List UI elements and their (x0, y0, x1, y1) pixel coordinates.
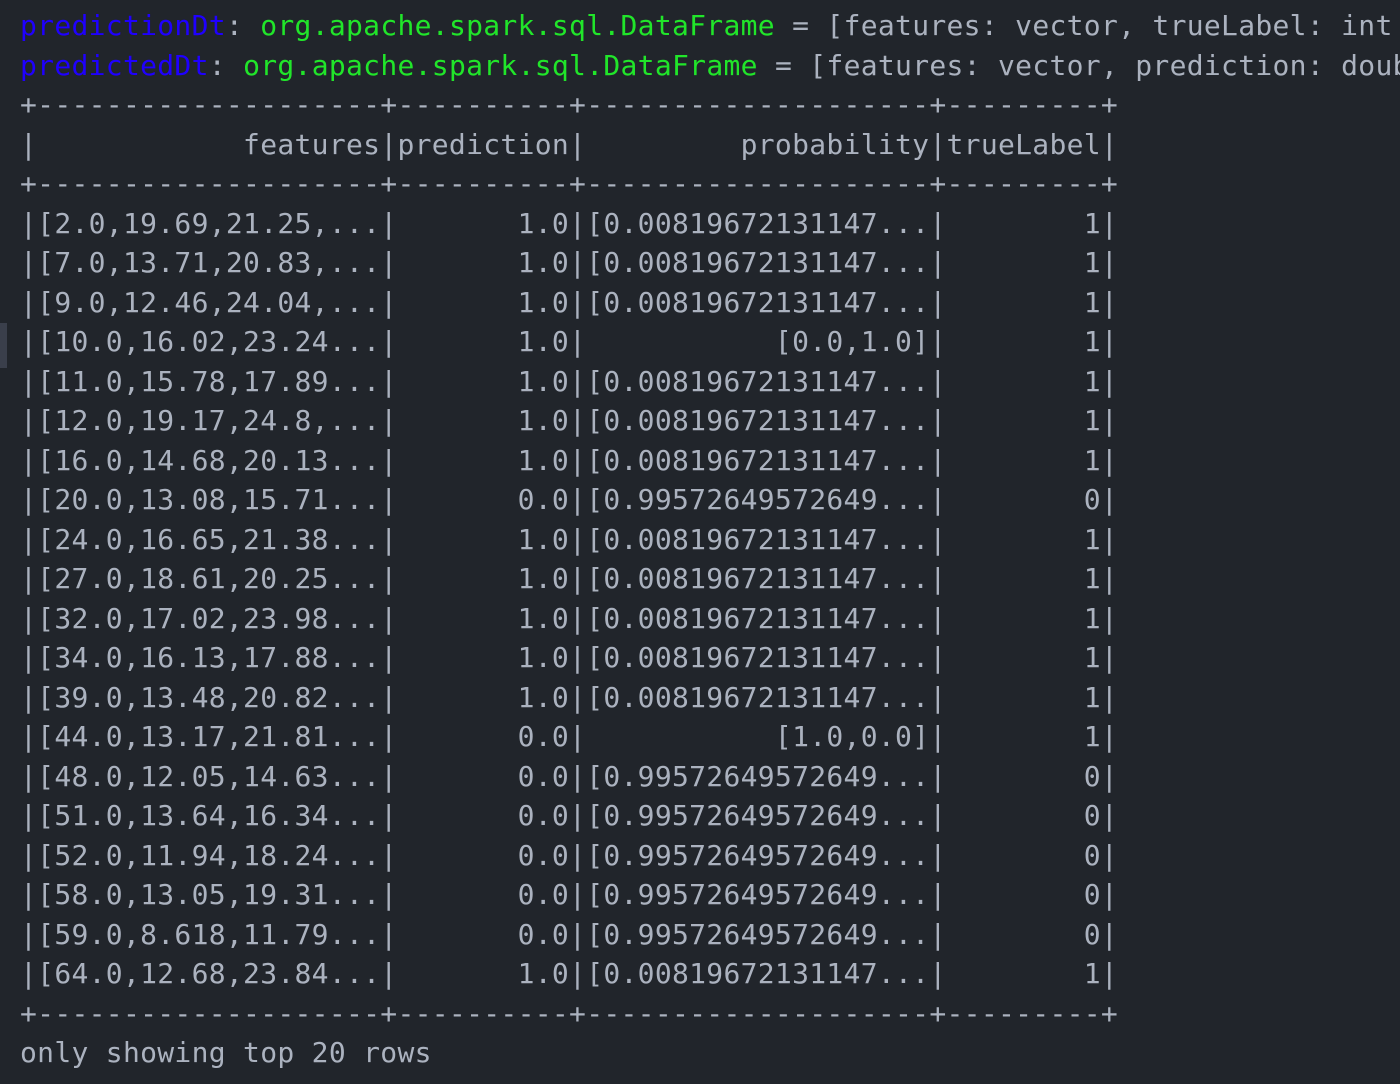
table-row: |[32.0,17.02,23.98...| 1.0|[0.0081967213… (20, 601, 1119, 635)
declaration-line-prediction-dt: predictionDt: org.apache.spark.sql.DataF… (20, 6, 1400, 46)
table-row: |[58.0,13.05,19.31...| 0.0|[0.9957264957… (20, 878, 1119, 911)
schema-text: = [features: vector, prediction: double (757, 48, 1400, 82)
table-row: |[52.0,11.94,18.24...| 0.0|[0.9957264957… (20, 838, 1119, 872)
table-row: |[34.0,16.13,17.88...| 1.0|[0.0081967213… (20, 641, 1119, 674)
table-row: |[24.0,16.65,21.38...| 1.0|[0.0081967213… (20, 522, 1119, 556)
table-top-border: +--------------------+----------+-------… (20, 88, 1119, 121)
variable-name: predictionDt (20, 9, 226, 42)
table-header-row: | features|prediction| probability|trueL… (20, 127, 1119, 161)
table-row: |[11.0,15.78,17.89...| 1.0|[0.0081967213… (20, 364, 1119, 398)
schema-text: = [features: vector, trueLabel: int ... (774, 9, 1400, 42)
table-header-border: +--------------------+----------+-------… (20, 167, 1119, 200)
table-row: |[51.0,13.64,16.34...| 0.0|[0.9957264957… (20, 799, 1119, 832)
variable-name: predictedDt (20, 48, 209, 82)
table-row: |[59.0,8.618,11.79...| 0.0|[0.9957264957… (20, 917, 1119, 951)
console-output[interactable]: predictionDt: org.apache.spark.sql.DataF… (8, 0, 1400, 1084)
table-row: |[44.0,13.17,21.81...| 0.0| [1.0,0.0]| 1… (20, 720, 1119, 753)
type-name: org.apache.spark.sql.DataFrame (260, 9, 775, 42)
gutter-line-marker (0, 323, 7, 368)
table-row: |[16.0,14.68,20.13...| 1.0|[0.0081967213… (20, 443, 1119, 477)
table-row: |[10.0,16.02,23.24...| 1.0| [0.0,1.0]| 1… (20, 325, 1119, 358)
type-separator: : (208, 48, 244, 82)
type-separator: : (225, 9, 261, 42)
footer-text: only showing top 20 rows (20, 1036, 432, 1069)
table-row: |[48.0,12.05,14.63...| 0.0|[0.9957264957… (20, 759, 1119, 793)
declaration-line-predicted-dt: predictedDt: org.apache.spark.sql.DataFr… (20, 46, 1400, 86)
table-row: |[9.0,12.46,24.04,...| 1.0|[0.0081967213… (20, 285, 1119, 319)
table-row: |[27.0,18.61,20.25...| 1.0|[0.0081967213… (20, 562, 1119, 595)
table-bottom-border: +--------------------+----------+-------… (20, 996, 1119, 1030)
table-row: |[12.0,19.17,24.8,...| 1.0|[0.0081967213… (20, 404, 1119, 437)
table-row: |[7.0,13.71,20.83,...| 1.0|[0.0081967213… (20, 246, 1119, 279)
type-name: org.apache.spark.sql.DataFrame (243, 48, 758, 82)
table-row: |[20.0,13.08,15.71...| 0.0|[0.9957264957… (20, 483, 1119, 516)
table-row: |[2.0,19.69,21.25,...| 1.0|[0.0081967213… (20, 206, 1119, 240)
table-row: |[64.0,12.68,23.84...| 1.0|[0.0081967213… (20, 957, 1119, 990)
table-row: |[39.0,13.48,20.82...| 1.0|[0.0081967213… (20, 680, 1119, 714)
